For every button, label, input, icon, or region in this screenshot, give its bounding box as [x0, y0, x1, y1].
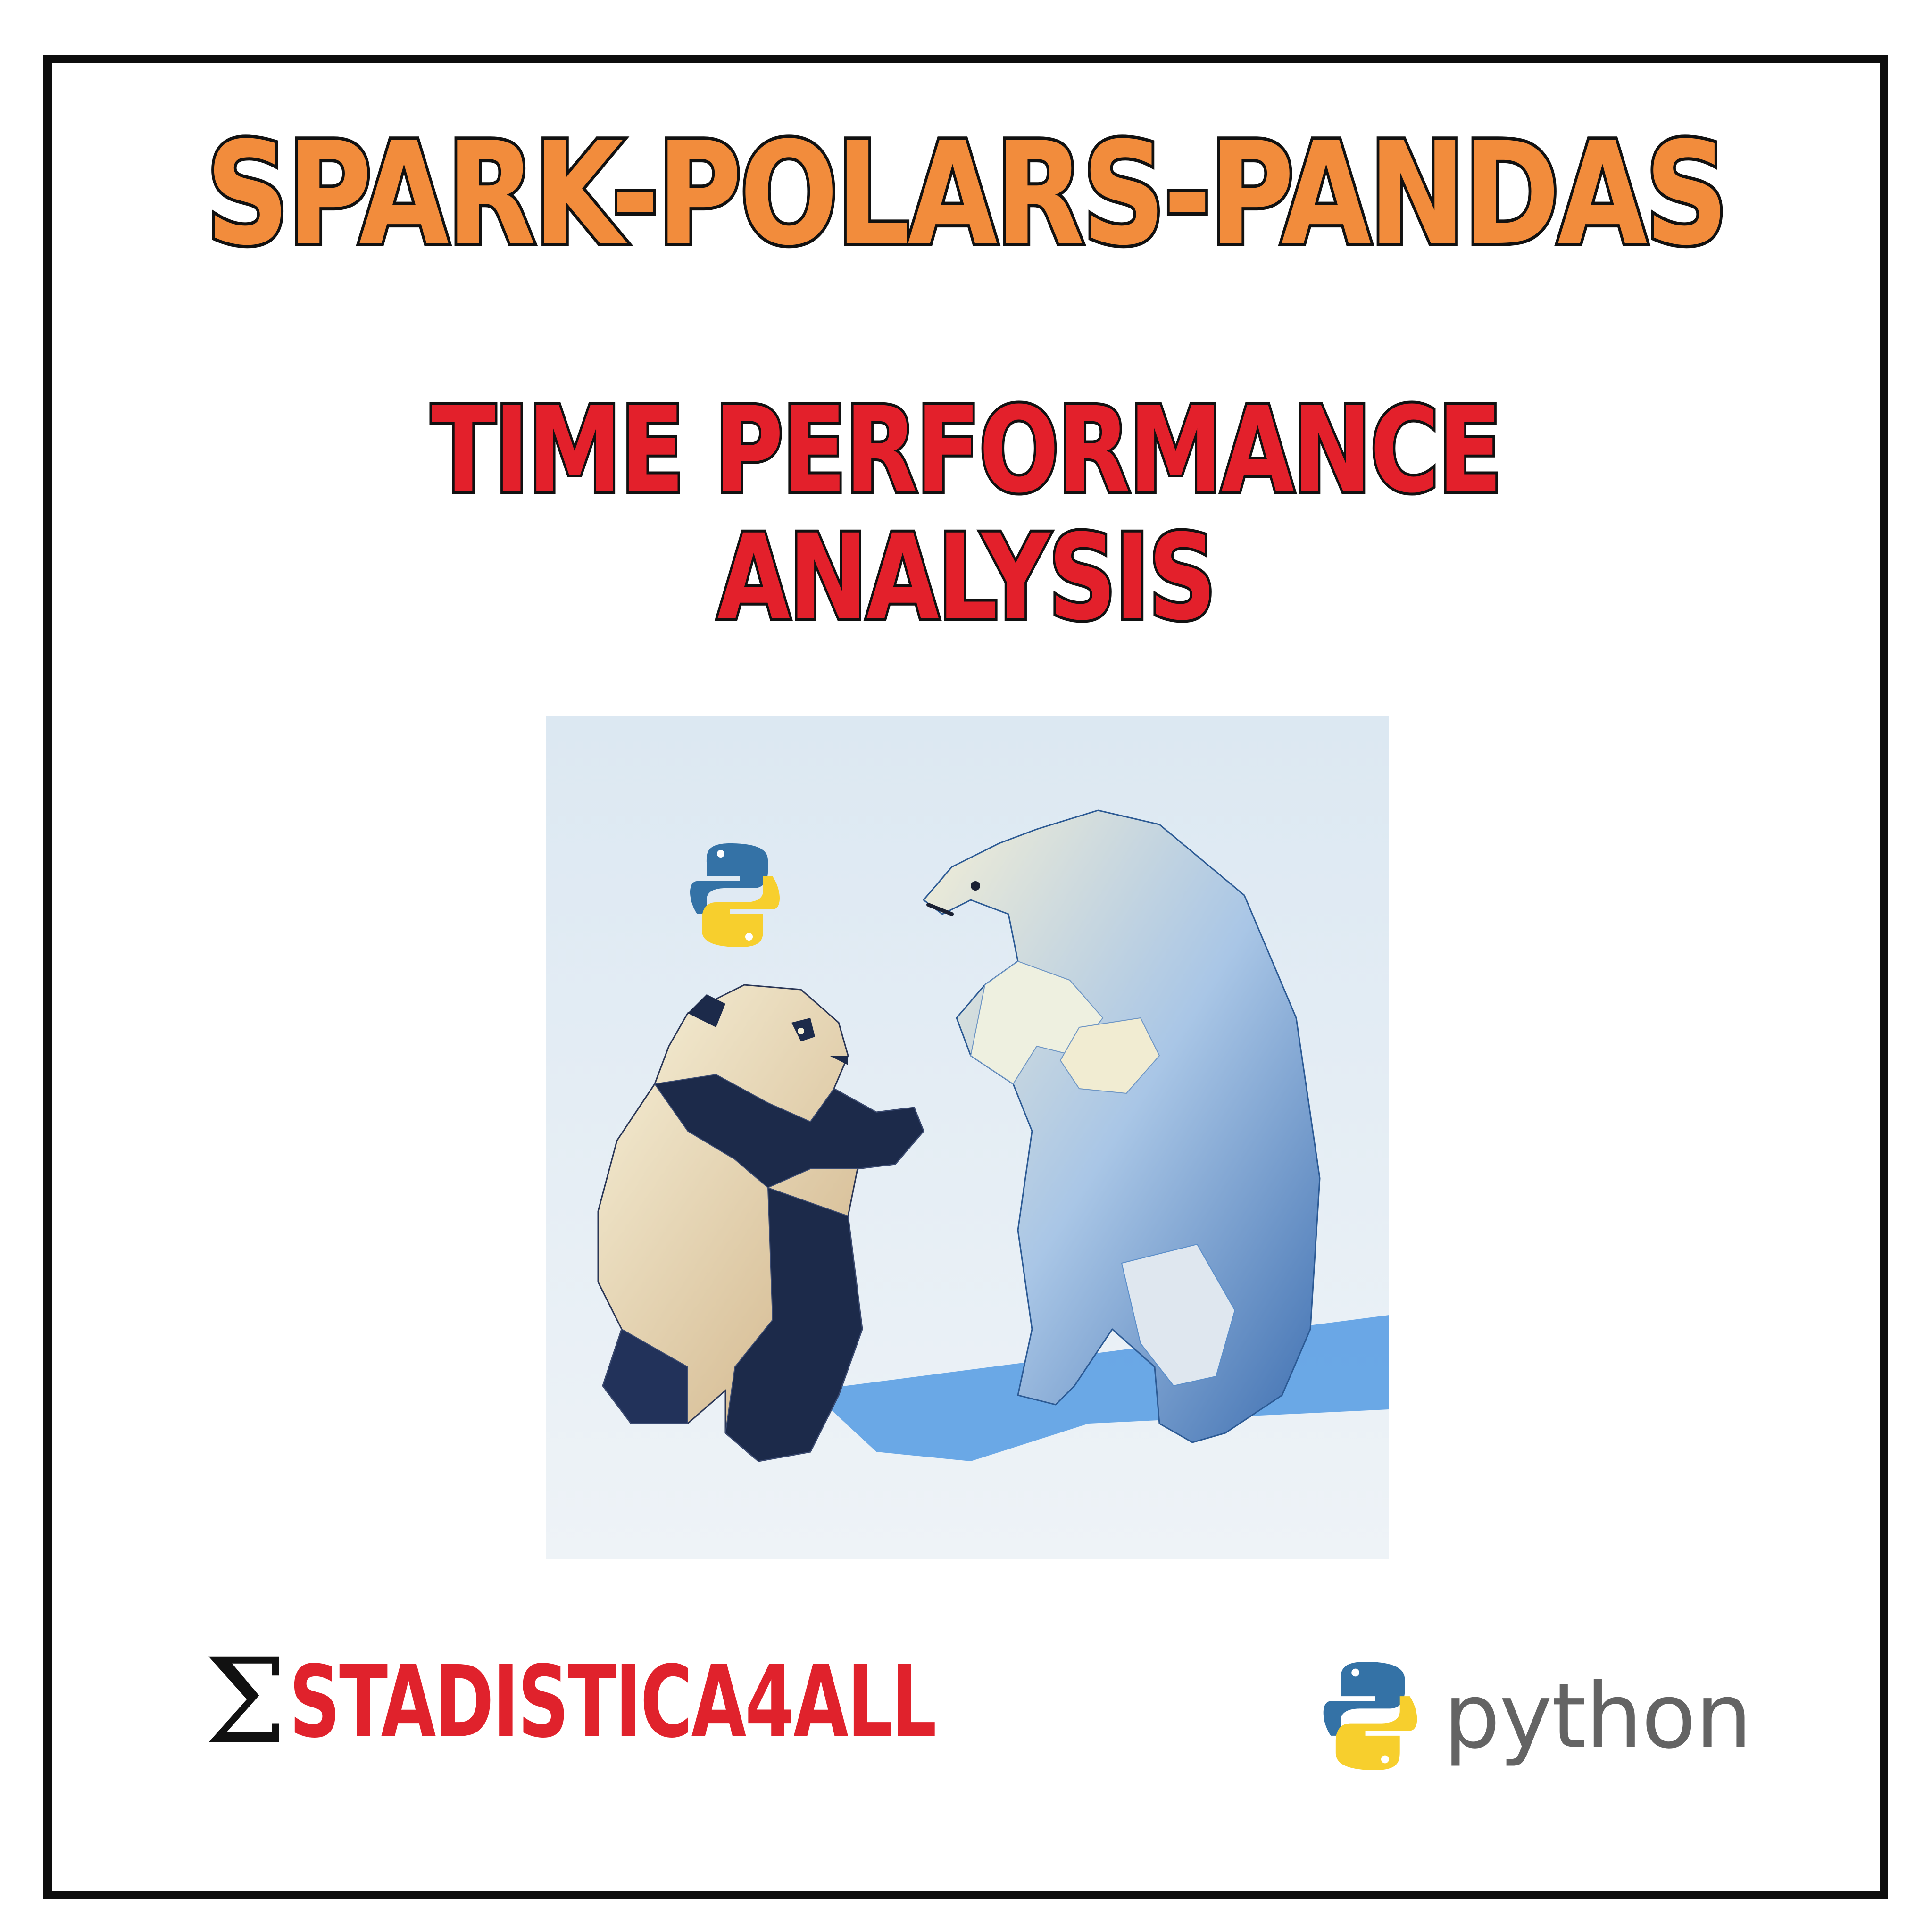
stadistica4all-logo: Σ STADISTICA4ALL	[204, 1636, 1186, 1768]
panda-vs-polar-bear-illustration	[546, 716, 1389, 1559]
main-title: SPARK-POLARS-PANDAS	[203, 112, 1731, 276]
python-logo-icon	[1323, 1662, 1417, 1770]
subtitle-line-1: TIME PERFORMANCE	[429, 382, 1505, 519]
python-wordmark: python	[1443, 1664, 1752, 1768]
python-logo: python	[1316, 1645, 1752, 1787]
subtitle-line-2: ANALYSIS	[715, 509, 1219, 646]
brand-name: STADISTICA4ALL	[289, 1644, 937, 1760]
subtitle: TIME PERFORMANCE ANALYSIS	[193, 382, 1739, 646]
sigma-symbol: Σ	[204, 1633, 287, 1770]
